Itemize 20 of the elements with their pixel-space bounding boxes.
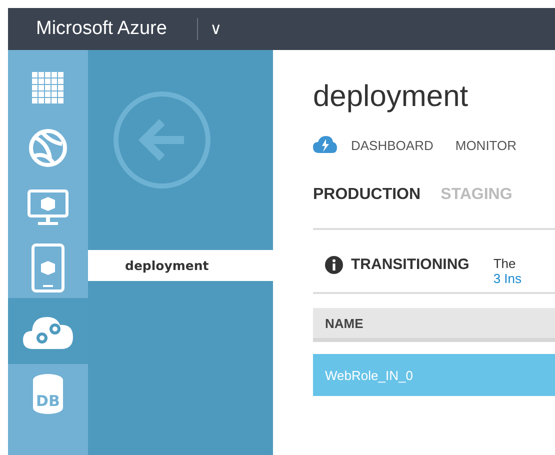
cloud-nav-item[interactable] (8, 298, 88, 364)
database-icon: DB (33, 374, 63, 414)
globe-icon (28, 128, 68, 168)
nav-tab[interactable]: MONITOR (455, 138, 525, 152)
status-label: TRANSITIONING (351, 256, 470, 273)
monitor-icon (26, 188, 70, 228)
environment-tab[interactable]: PRODUCTION (313, 186, 421, 204)
column-header[interactable]: NAME (325, 316, 364, 330)
cloud-lightning-icon (313, 136, 337, 154)
sidebar-item[interactable]: deployment (88, 250, 273, 281)
table-cell: WebRole_IN_0 (325, 368, 413, 382)
status-text: The (493, 256, 517, 271)
dropdown-button[interactable]: ∨ (206, 19, 226, 39)
nav-tab[interactable]: DASHBOARD (351, 138, 442, 152)
grid-icon (32, 72, 64, 104)
tablet-icon (31, 243, 65, 293)
instances-link[interactable]: 3 Ins (493, 271, 522, 286)
app-title: Microsoft Azure (36, 18, 167, 40)
info-icon (325, 256, 343, 274)
page-title: deployment (313, 80, 470, 114)
